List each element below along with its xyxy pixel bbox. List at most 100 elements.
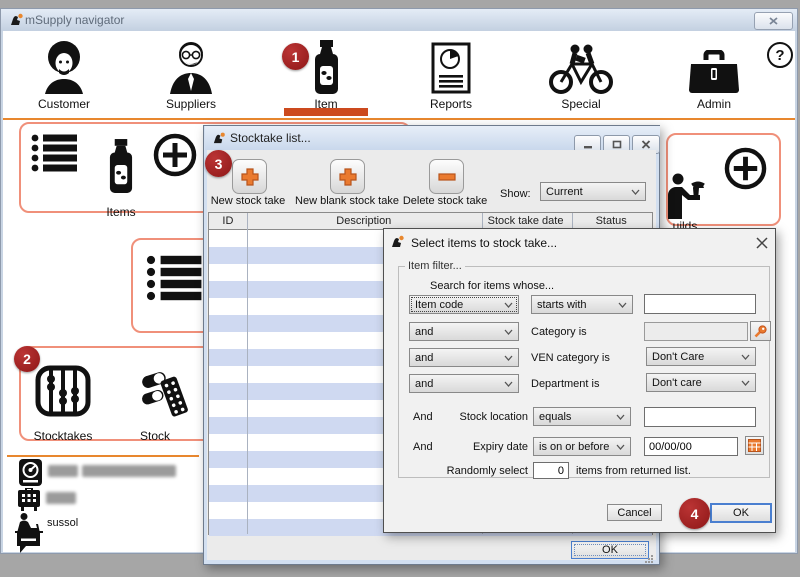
cancel-button[interactable]: Cancel	[607, 504, 662, 521]
search-field-value: Item code	[415, 299, 463, 311]
main-window-title: mSupply navigator	[25, 13, 124, 27]
msupply-logo-icon	[390, 234, 405, 249]
chevron-down-icon	[504, 355, 513, 361]
show-label: Show:	[500, 188, 531, 200]
screen: mSupply navigator Customer Suppliers	[0, 0, 800, 577]
department-dropdown[interactable]: Don't care	[646, 373, 756, 392]
column-header[interactable]: Status	[570, 213, 652, 229]
nav-customer[interactable]: Customer	[4, 37, 124, 111]
stocktake-dialog-title: Stocktake list...	[230, 131, 311, 145]
stock-location-operator-dropdown[interactable]: equals	[533, 407, 631, 426]
category-conjunction-dropdown[interactable]: and	[409, 322, 519, 341]
and-label: And	[413, 411, 433, 423]
stocktake-ok-button[interactable]: OK	[571, 541, 649, 559]
expiry-date-label: Expiry date	[456, 441, 528, 453]
close-icon[interactable]	[756, 237, 768, 249]
close-icon	[769, 17, 778, 25]
search-for-items-label: Search for items whose...	[430, 280, 554, 292]
department-value: Don't care	[652, 377, 702, 389]
items-box-label: Items	[91, 205, 151, 219]
magnifier-icon	[753, 324, 768, 339]
nav-admin[interactable]: Admin	[654, 37, 774, 111]
conjunction-value: and	[415, 352, 433, 364]
ven-category-dropdown[interactable]: Don't Care	[646, 347, 756, 366]
and-label: And	[413, 441, 433, 453]
add-item-icon[interactable]	[153, 133, 197, 177]
ven-category-value: Don't Care	[652, 351, 704, 363]
new-blank-stock-take-label: New blank stock take	[292, 195, 402, 207]
main-titlebar[interactable]: mSupply navigator	[1, 9, 797, 31]
stocktakes-abacus-icon[interactable]	[35, 365, 91, 417]
item-list-icon[interactable]	[31, 133, 79, 173]
ven-conjunction-dropdown[interactable]: and	[409, 348, 519, 367]
msupply-logo-icon	[212, 131, 226, 145]
column-header[interactable]: Description	[247, 213, 481, 229]
department-is-label: Department is	[531, 378, 599, 390]
select-ok-label: OK	[733, 507, 749, 519]
minimize-icon	[583, 140, 593, 149]
delete-stock-take-button[interactable]	[429, 159, 464, 194]
new-stock-take-button[interactable]	[232, 159, 267, 194]
nav-suppliers-label: Suppliers	[166, 97, 216, 111]
items-from-returned-list-label: items from returned list.	[576, 465, 691, 477]
toolbar-underline	[3, 118, 795, 120]
toolbox-icon	[687, 50, 741, 94]
chevron-down-icon	[504, 329, 513, 335]
search-operator-dropdown[interactable]: starts with	[531, 295, 633, 314]
redacted-site-text	[46, 492, 76, 504]
logged-in-user: sussol	[47, 517, 78, 529]
search-value-input[interactable]	[644, 294, 756, 314]
calendar-button[interactable]	[745, 436, 764, 455]
builds-box[interactable]: uilds	[666, 133, 781, 226]
msupply-logo-icon	[9, 12, 24, 27]
chevron-down-icon	[741, 354, 750, 360]
nav-admin-label: Admin	[697, 97, 731, 111]
customer-icon	[39, 40, 89, 94]
redacted-store-text	[82, 465, 176, 477]
nav-reports[interactable]: Reports	[391, 37, 511, 111]
item-filter-label: Item filter...	[405, 260, 465, 272]
annotation-badge-2: 2	[14, 346, 40, 372]
items-bottle-icon[interactable]	[108, 138, 134, 194]
category-input[interactable]	[644, 322, 748, 341]
close-icon	[641, 140, 651, 149]
annotation-badge-1: 1	[282, 43, 309, 70]
nav-customer-label: Customer	[38, 97, 90, 111]
resize-grip[interactable]	[644, 554, 654, 564]
add-build-icon[interactable]	[724, 147, 767, 190]
list-icon[interactable]	[146, 254, 204, 302]
chevron-down-icon	[616, 414, 625, 420]
expiry-date-input[interactable]	[644, 437, 738, 456]
stock-pills-icon[interactable]	[140, 371, 188, 419]
minus-icon	[437, 167, 457, 187]
column-separator	[247, 213, 248, 534]
builds-person-icon[interactable]	[666, 173, 706, 219]
show-dropdown[interactable]: Current	[540, 182, 646, 201]
delete-stock-take-label: Delete stock take	[395, 195, 495, 207]
nav-special[interactable]: Special	[521, 37, 641, 111]
pill-bottle-icon	[313, 40, 340, 94]
hard-drive-icon	[19, 459, 42, 486]
nav-suppliers[interactable]: Suppliers	[131, 37, 251, 111]
conjunction-value: and	[415, 326, 433, 338]
category-search-button[interactable]	[750, 321, 771, 341]
stock-location-input[interactable]	[644, 407, 756, 427]
restore-icon	[612, 140, 622, 149]
randomly-select-input[interactable]	[533, 462, 569, 479]
select-ok-button[interactable]: OK	[710, 503, 772, 523]
select-dialog-title: Select items to stock take...	[411, 236, 557, 250]
department-conjunction-dropdown[interactable]: and	[409, 374, 519, 393]
column-header[interactable]: ID	[209, 213, 247, 229]
column-header[interactable]: Stock take date	[481, 213, 571, 229]
search-field-dropdown[interactable]: Item code	[409, 295, 519, 314]
chevron-down-icon	[631, 189, 640, 195]
nav-reports-label: Reports	[430, 97, 472, 111]
expiry-operator-dropdown[interactable]: is on or before	[533, 437, 631, 456]
help-icon[interactable]: ?	[767, 42, 793, 68]
new-blank-stock-take-button[interactable]	[330, 159, 365, 194]
chevron-down-icon	[741, 380, 750, 386]
search-operator-value: starts with	[537, 299, 587, 311]
reports-icon	[431, 42, 471, 94]
redacted-store-text	[48, 465, 78, 477]
main-close-button[interactable]	[754, 12, 793, 30]
